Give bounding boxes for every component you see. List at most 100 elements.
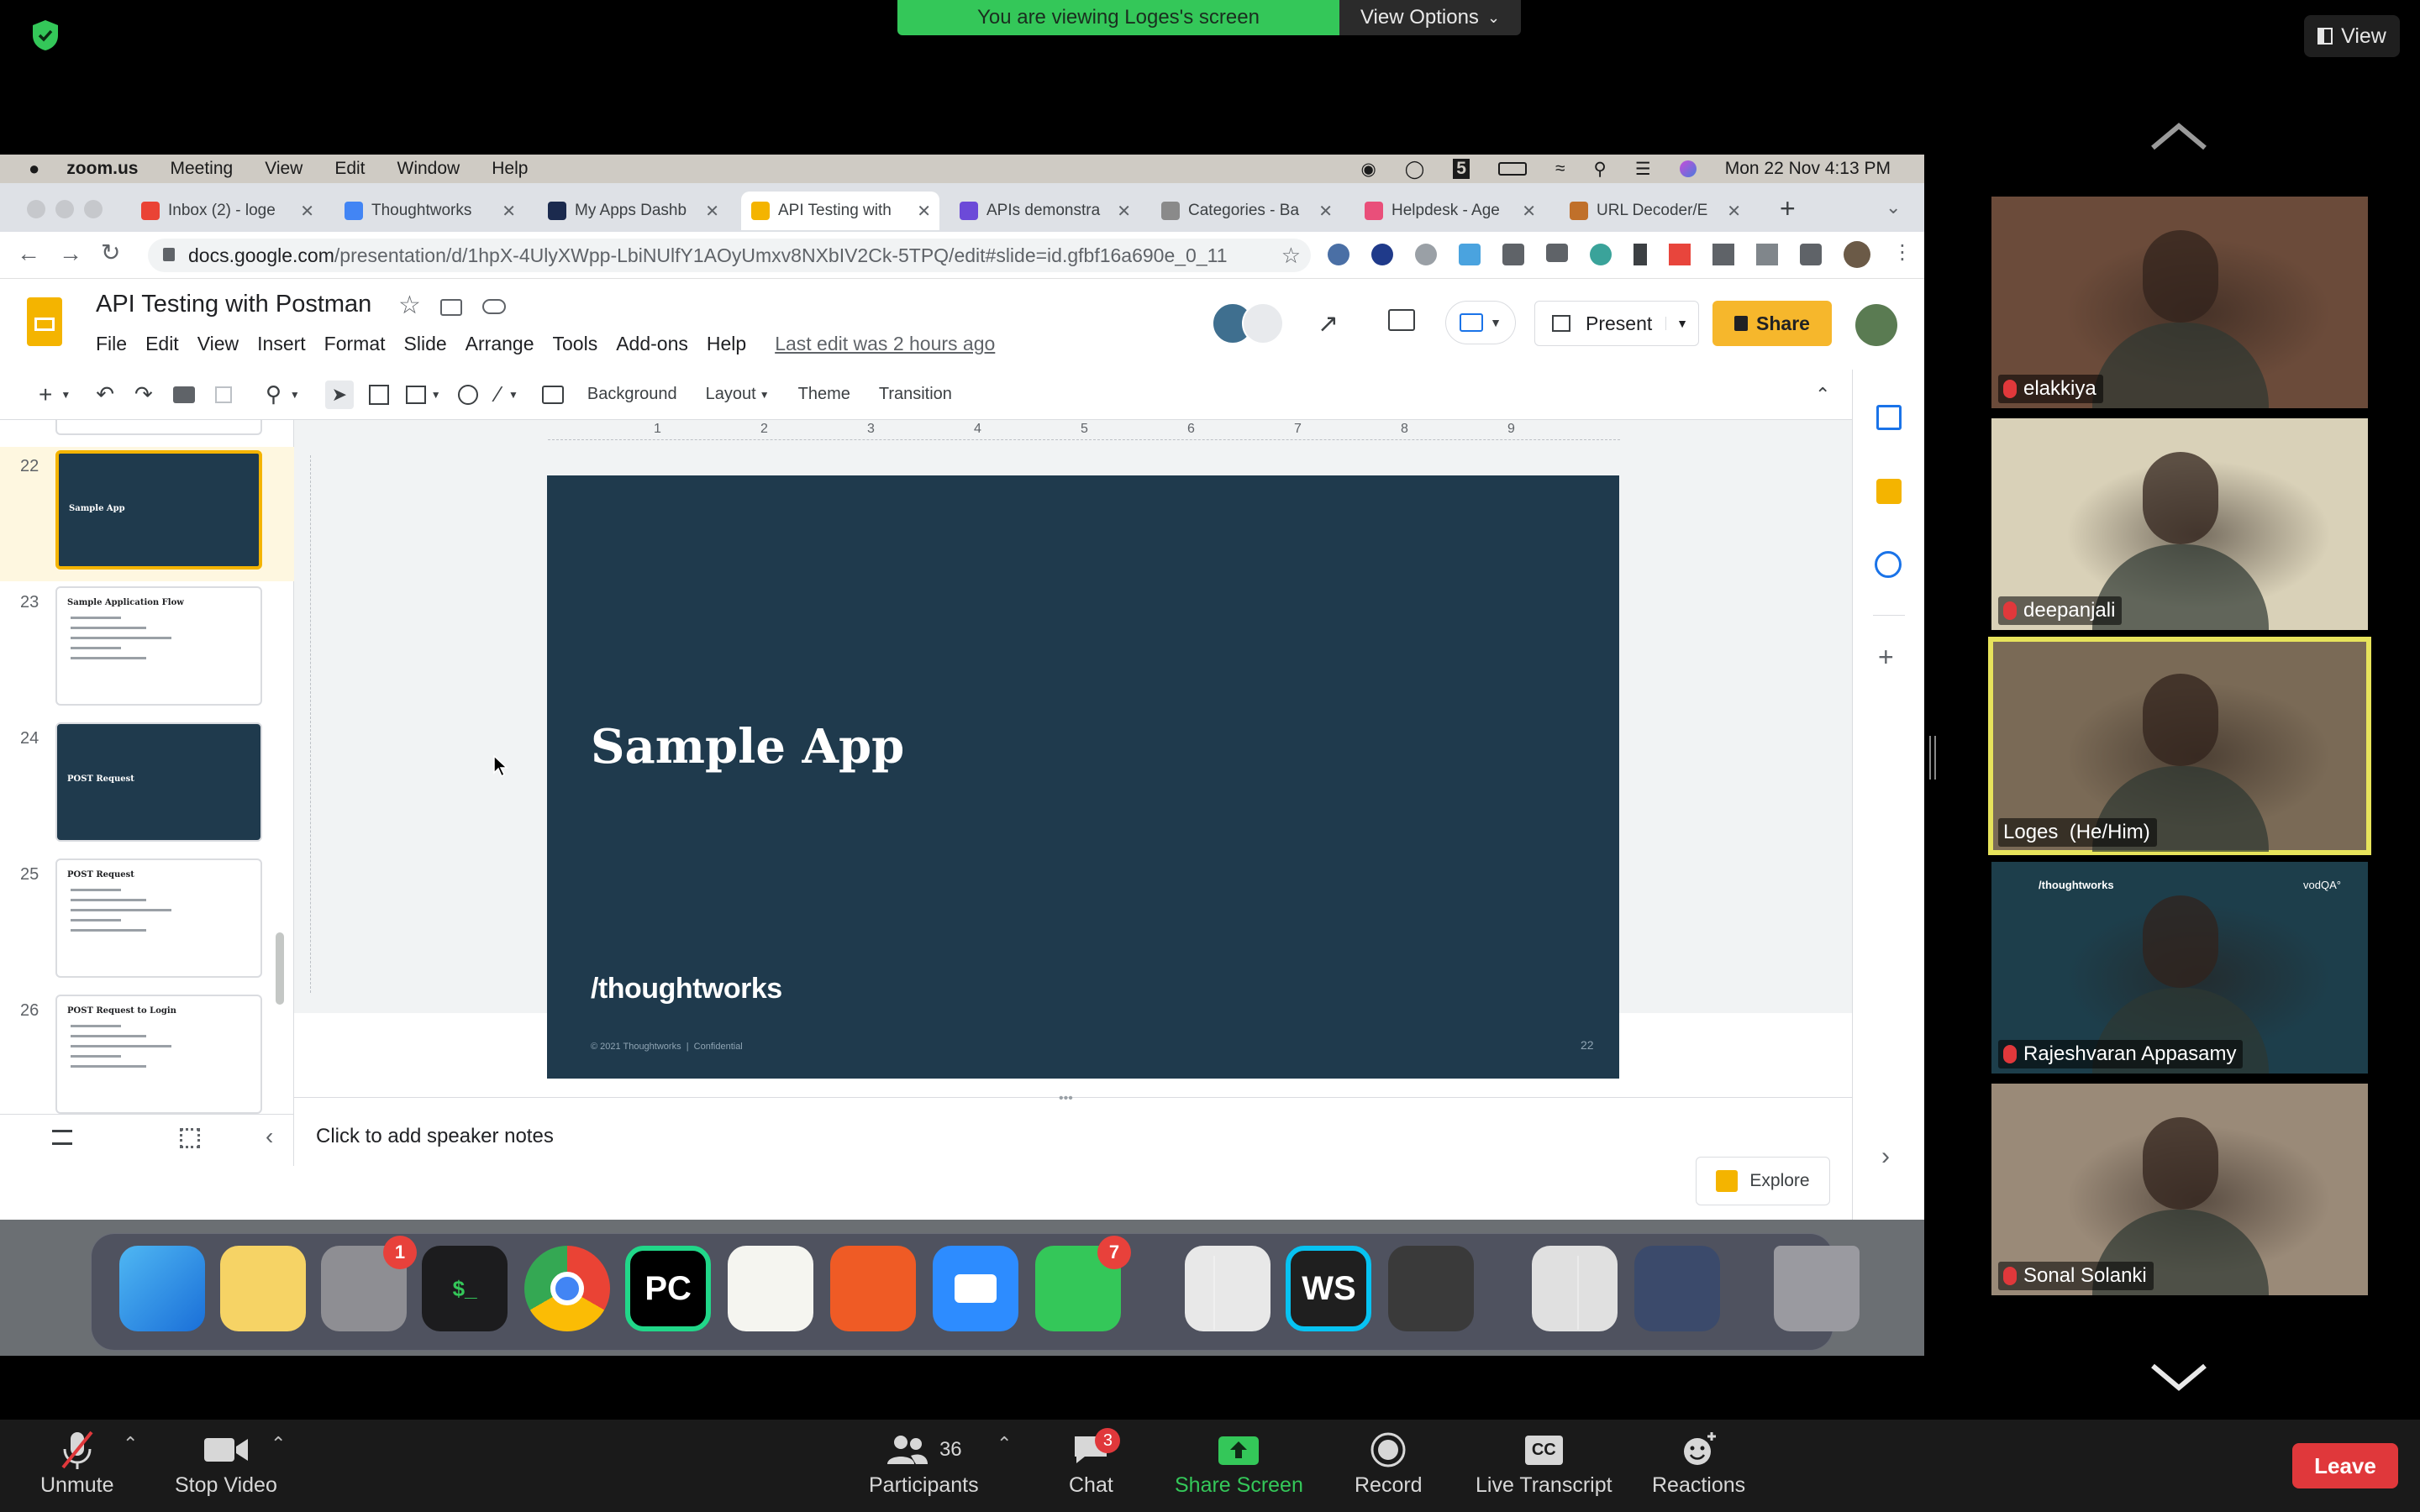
dock-sublime-icon[interactable] bbox=[1388, 1246, 1475, 1331]
record-button[interactable]: Record bbox=[1355, 1426, 1423, 1498]
dock-terminal-icon[interactable]: $_ bbox=[422, 1246, 508, 1331]
more-vertical-icon[interactable]: ⋮ bbox=[1892, 240, 1912, 268]
browser-tab[interactable]: Helpdesk - Age ✕ bbox=[1355, 192, 1544, 230]
comments-icon[interactable] bbox=[1388, 309, 1415, 331]
dock-chrome-icon[interactable] bbox=[524, 1246, 611, 1331]
five-icon[interactable]: 5 bbox=[1453, 159, 1470, 179]
slide-thumbnail-row[interactable]: 23 Sample Application Flow bbox=[0, 583, 294, 717]
activity-trend-icon[interactable]: ↗ bbox=[1318, 309, 1339, 339]
view-button[interactable]: View bbox=[2304, 15, 2400, 57]
participant-video-tile[interactable]: Loges (He/Him) bbox=[1988, 637, 2371, 855]
share-screen-button[interactable]: Share Screen bbox=[1175, 1426, 1303, 1498]
leave-button[interactable]: Leave bbox=[2292, 1443, 2398, 1488]
explore-button[interactable]: Explore bbox=[1696, 1157, 1830, 1205]
live-transcript-button[interactable]: CC Live Transcript bbox=[1476, 1426, 1612, 1498]
extension-icon[interactable] bbox=[1669, 244, 1691, 265]
participant-video-tile[interactable]: elakkiya bbox=[1991, 197, 2368, 408]
menubar-item-view[interactable]: View bbox=[265, 159, 302, 179]
forward-icon[interactable]: → bbox=[59, 240, 82, 267]
slide-canvas[interactable]: Sample App /thoughtworks © 2021 Thoughtw… bbox=[547, 475, 1619, 1079]
collapse-toolbar-icon[interactable]: ⌃ bbox=[1815, 384, 1830, 406]
browser-tab[interactable]: My Apps Dashb ✕ bbox=[538, 192, 728, 230]
menu-arrange[interactable]: Arrange bbox=[466, 333, 534, 355]
pane-resize-handle[interactable] bbox=[1929, 736, 1936, 780]
menubar-item-edit[interactable]: Edit bbox=[334, 159, 365, 179]
apple-icon[interactable]: ● bbox=[29, 158, 39, 180]
close-icon[interactable]: ✕ bbox=[705, 201, 719, 222]
participant-video-tile[interactable]: Sonal Solanki bbox=[1991, 1084, 2368, 1295]
last-edit-link[interactable]: Last edit was 2 hours ago bbox=[775, 333, 995, 355]
menu-slide[interactable]: Slide bbox=[404, 333, 447, 355]
transition-button[interactable]: Transition bbox=[879, 385, 952, 404]
zoom-icon[interactable]: ⚲ bbox=[266, 381, 281, 407]
calendar-icon[interactable] bbox=[1876, 405, 1902, 430]
menubar-item-meeting[interactable]: Meeting bbox=[170, 159, 233, 179]
participant-video-tile[interactable]: /thoughtworks vodQA° Rajeshvaran Appasamy bbox=[1991, 862, 2368, 1074]
dock-postman-icon[interactable] bbox=[830, 1246, 917, 1331]
dock-trash-icon[interactable] bbox=[1774, 1246, 1860, 1331]
list-view-icon[interactable] bbox=[52, 1130, 72, 1145]
menu-file[interactable]: File bbox=[96, 333, 127, 355]
chat-button[interactable]: 3 Chat bbox=[1069, 1426, 1121, 1498]
browser-tab[interactable]: Inbox (2) - loge ✕ bbox=[131, 192, 323, 230]
extension-icon[interactable] bbox=[1634, 244, 1647, 265]
grid-view-icon[interactable] bbox=[180, 1128, 200, 1148]
extension-icon[interactable] bbox=[1590, 244, 1612, 265]
extension-icon[interactable] bbox=[1756, 244, 1778, 265]
filmstrip-scrollbar[interactable] bbox=[276, 932, 284, 1005]
bookmark-star-icon[interactable]: ☆ bbox=[1281, 243, 1301, 269]
undo-icon[interactable]: ↶ bbox=[96, 381, 114, 407]
menubar-item-help[interactable]: Help bbox=[492, 159, 528, 179]
background-button[interactable]: Background bbox=[587, 385, 677, 404]
close-icon[interactable]: ✕ bbox=[300, 201, 314, 222]
window-close-dot[interactable] bbox=[27, 200, 45, 218]
chevron-up-icon[interactable] bbox=[2148, 119, 2210, 153]
spotlight-search-icon[interactable]: ⚲ bbox=[1594, 159, 1607, 180]
slide-thumbnail[interactable]: Sample Application Flow bbox=[55, 586, 262, 706]
extension-icon[interactable] bbox=[1459, 244, 1481, 265]
present-dropdown-icon[interactable]: ▼ bbox=[1665, 317, 1688, 330]
dock-chat-icon[interactable]: 7 bbox=[1034, 1236, 1131, 1331]
notes-resize-handle[interactable]: ••• bbox=[1059, 1091, 1073, 1106]
dock-finder-icon[interactable] bbox=[118, 1246, 205, 1331]
window-zoom-dot[interactable] bbox=[84, 200, 103, 218]
audio-options-chevron-icon[interactable]: ⌃ bbox=[123, 1433, 138, 1455]
participant-video-tile[interactable]: deepanjali bbox=[1991, 418, 2368, 630]
slides-logo-icon[interactable] bbox=[27, 297, 62, 346]
slide-thumbnail[interactable]: POST Request bbox=[55, 722, 262, 842]
new-tab-icon[interactable]: + bbox=[1780, 193, 1796, 224]
back-icon[interactable]: ← bbox=[17, 240, 40, 267]
camera-icon[interactable] bbox=[1546, 244, 1568, 262]
video-options-chevron-icon[interactable]: ⌃ bbox=[271, 1433, 286, 1455]
move-folder-icon[interactable] bbox=[440, 299, 462, 316]
add-addon-icon[interactable]: + bbox=[1878, 642, 1894, 673]
account-avatar[interactable] bbox=[1855, 304, 1897, 346]
document-title[interactable]: API Testing with Postman bbox=[96, 291, 371, 318]
chevron-down-icon[interactable]: ▼ bbox=[431, 389, 441, 401]
slide-thumbnail[interactable]: POST Request bbox=[55, 858, 262, 978]
speaker-notes[interactable]: ••• Click to add speaker notes Explore bbox=[294, 1091, 1852, 1220]
battery-icon[interactable] bbox=[1497, 162, 1527, 176]
stop-video-button[interactable]: Stop Video bbox=[175, 1426, 277, 1498]
chevron-down-icon[interactable]: ▼ bbox=[60, 389, 71, 401]
browser-tab[interactable]: URL Decoder/E ✕ bbox=[1560, 192, 1749, 230]
extension-icon[interactable] bbox=[1328, 244, 1349, 265]
tab-search-chevron-icon[interactable]: ⌄ bbox=[1886, 197, 1901, 218]
layout-button[interactable]: Layout bbox=[706, 385, 756, 404]
menu-edit[interactable]: Edit bbox=[145, 333, 179, 355]
participants-chevron-icon[interactable]: ⌃ bbox=[997, 1433, 1012, 1455]
browser-tab-active[interactable]: API Testing with ✕ bbox=[741, 192, 939, 230]
menu-view[interactable]: View bbox=[197, 333, 239, 355]
wifi-icon[interactable]: ≈ bbox=[1555, 159, 1565, 179]
slide-thumbnail-row[interactable]: 25 POST Request bbox=[0, 855, 294, 990]
url-field[interactable]: docs.google.com/presentation/d/1hpX-4Uly… bbox=[148, 239, 1311, 272]
redo-icon[interactable]: ↷ bbox=[134, 381, 153, 407]
chevron-down-icon[interactable] bbox=[2148, 1359, 2210, 1393]
puzzle-icon[interactable] bbox=[1800, 244, 1822, 265]
menu-tools[interactable]: Tools bbox=[553, 333, 598, 355]
browser-tab[interactable]: Thoughtworks ✕ bbox=[334, 192, 524, 230]
tasks-icon[interactable] bbox=[1875, 551, 1902, 578]
meet-present-button[interactable]: ▼ bbox=[1445, 301, 1516, 344]
dock-textedit-icon[interactable] bbox=[728, 1246, 814, 1331]
menubar-item-window[interactable]: Window bbox=[397, 159, 460, 179]
